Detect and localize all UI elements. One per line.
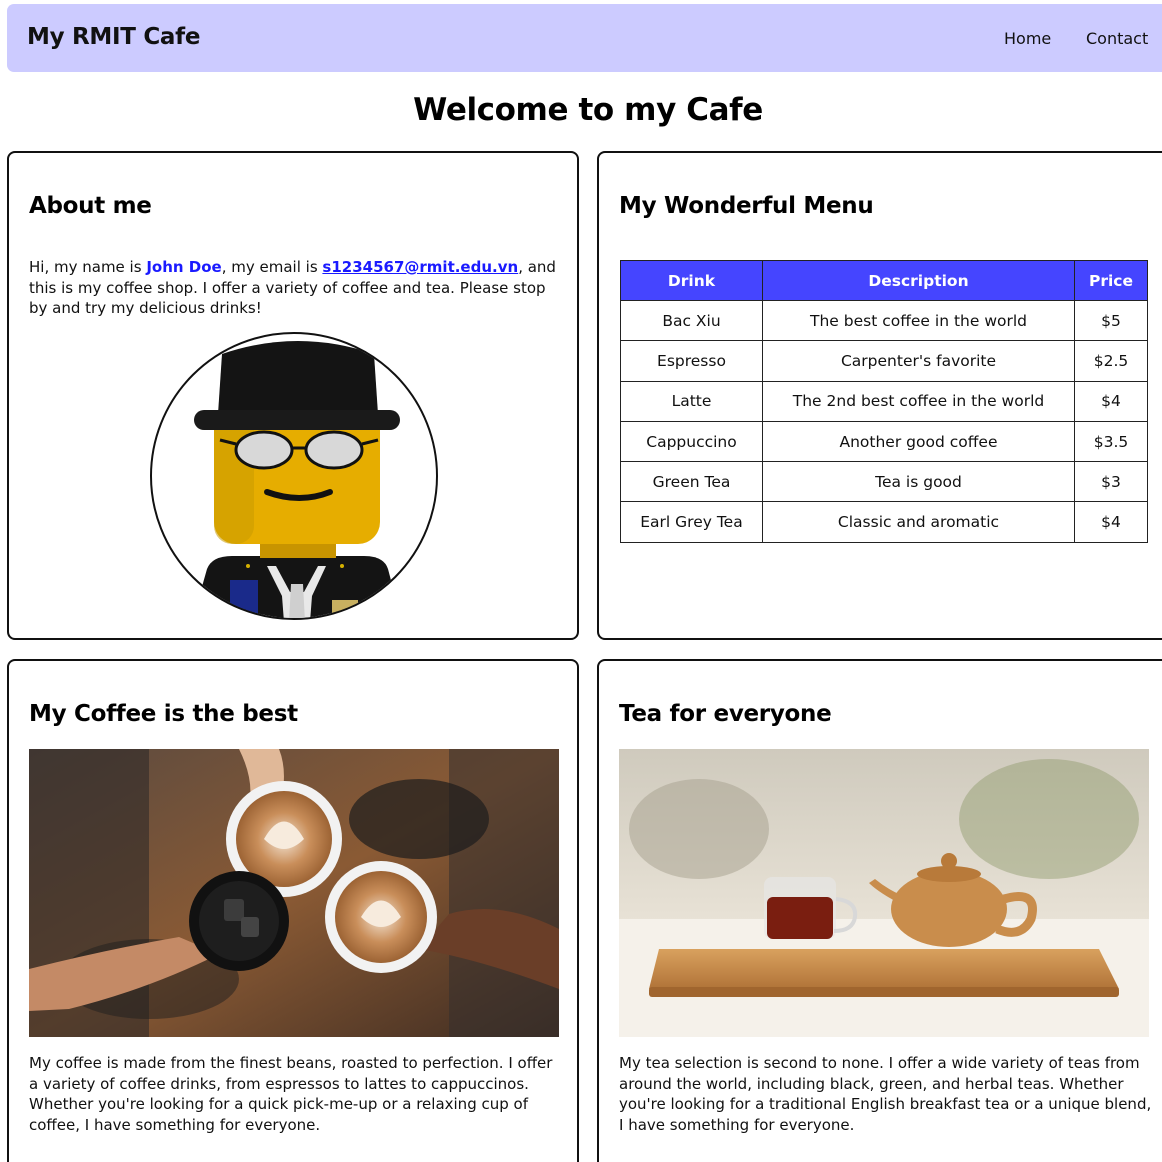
price-cell: $4 <box>1074 501 1148 543</box>
description-cell: Tea is good <box>762 461 1075 503</box>
price-cell: $2.5 <box>1074 340 1148 382</box>
coffee-photo <box>29 749 559 1037</box>
tea-title: Tea for everyone <box>619 701 832 727</box>
price-cell: $3 <box>1074 461 1148 503</box>
lego-avatar-illustration <box>193 341 401 618</box>
nav-link-home[interactable]: Home <box>1004 29 1051 48</box>
navbar: My RMIT Cafe Home Contact <box>7 4 1162 72</box>
drink-cell: Cappuccino <box>620 420 763 463</box>
tea-card: Tea for everyone My tea selection is sec… <box>597 659 1162 1162</box>
description-cell: The best coffee in the world <box>762 299 1075 342</box>
coffee-title: My Coffee is the best <box>29 701 298 727</box>
coffee-cups-illustration <box>29 749 559 1037</box>
teapot-illustration <box>619 749 1149 1037</box>
table-row: Cappuccino Another good coffee $3.5 <box>620 420 1148 463</box>
email-link[interactable]: s1234567@rmit.edu.vn <box>322 258 518 276</box>
description-cell: Carpenter's favorite <box>762 340 1075 382</box>
drink-cell: Earl Grey Tea <box>620 501 763 543</box>
brand-logo[interactable]: My RMIT Cafe <box>27 24 200 50</box>
menu-title: My Wonderful Menu <box>619 193 874 219</box>
drink-cell: Latte <box>620 380 763 422</box>
menu-table: Drink Description Price Bac Xiu The best… <box>620 260 1148 543</box>
table-row: Espresso Carpenter's favorite $2.5 <box>620 340 1148 382</box>
coffee-card: My Coffee is the best My coffee is made … <box>7 659 579 1162</box>
price-cell: $5 <box>1074 299 1148 342</box>
nav-link-contact[interactable]: Contact <box>1086 29 1148 48</box>
owner-name: John Doe <box>146 258 222 276</box>
drink-cell: Bac Xiu <box>620 299 763 342</box>
drink-cell: Espresso <box>620 340 763 382</box>
menu-header-drink: Drink <box>620 260 763 301</box>
about-card: About me Hi, my name is John Doe, my ema… <box>7 151 579 640</box>
table-row: Latte The 2nd best coffee in the world $… <box>620 380 1148 422</box>
description-cell: Classic and aromatic <box>762 501 1075 543</box>
description-cell: The 2nd best coffee in the world <box>762 380 1075 422</box>
price-cell: $3.5 <box>1074 420 1148 463</box>
menu-header-description: Description <box>762 260 1075 301</box>
avatar <box>150 332 438 620</box>
about-title: About me <box>29 193 152 219</box>
about-text-email-intro: , my email is <box>221 258 323 276</box>
price-cell: $4 <box>1074 380 1148 422</box>
description-cell: Another good coffee <box>762 420 1075 463</box>
page-title: Welcome to my Cafe <box>413 92 763 128</box>
tea-text: My tea selection is second to none. I of… <box>619 1054 1152 1134</box>
about-text-intro: Hi, my name is <box>29 258 147 276</box>
menu-header-row: Drink Description Price <box>620 260 1148 301</box>
table-row: Earl Grey Tea Classic and aromatic $4 <box>620 501 1148 543</box>
about-text: Hi, my name is John Doe, my email is s12… <box>29 257 561 319</box>
table-row: Green Tea Tea is good $3 <box>620 461 1148 503</box>
drink-cell: Green Tea <box>620 461 763 503</box>
menu-card: My Wonderful Menu Drink Description Pric… <box>597 151 1162 640</box>
table-row: Bac Xiu The best coffee in the world $5 <box>620 299 1148 342</box>
menu-header-price: Price <box>1074 260 1148 301</box>
tea-photo <box>619 749 1149 1037</box>
coffee-text: My coffee is made from the finest beans,… <box>29 1054 553 1134</box>
